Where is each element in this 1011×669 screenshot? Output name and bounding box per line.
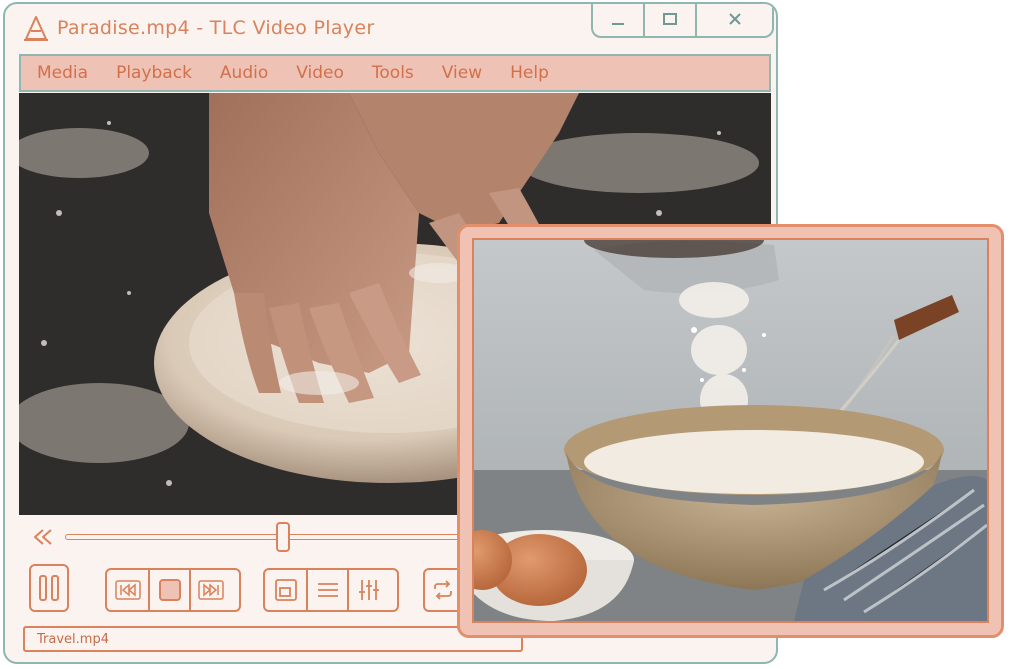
menu-view[interactable]: View	[442, 63, 482, 83]
menu-media[interactable]: Media	[37, 63, 88, 83]
previous-button[interactable]	[107, 570, 148, 610]
menu-tools[interactable]: Tools	[372, 63, 414, 83]
minimize-icon	[612, 23, 624, 25]
menu-playback[interactable]: Playback	[116, 63, 192, 83]
loop-icon	[434, 580, 452, 600]
next-button[interactable]	[189, 570, 230, 610]
pause-button[interactable]	[29, 564, 69, 612]
menu-video[interactable]: Video	[296, 63, 344, 83]
playlist-icon	[317, 583, 338, 597]
skip-forward-icon	[197, 580, 224, 600]
transport-group	[105, 568, 241, 612]
close-button[interactable]	[695, 4, 772, 36]
fullscreen-button[interactable]	[265, 570, 306, 610]
pause-icon	[39, 575, 59, 601]
equalizer-icon	[358, 580, 379, 600]
view-group	[263, 568, 399, 612]
menu-audio[interactable]: Audio	[220, 63, 268, 83]
pip-video-frame[interactable]	[472, 238, 989, 623]
menu-help[interactable]: Help	[510, 63, 549, 83]
stop-icon	[158, 579, 181, 601]
status-filename: Travel.mp4	[37, 632, 109, 647]
stop-button[interactable]	[148, 570, 189, 610]
seek-thumb[interactable]	[276, 522, 291, 552]
status-bar: Travel.mp4	[23, 626, 523, 652]
title-bar[interactable]: Paradise.mp4 - TLC Video Player	[5, 4, 776, 52]
close-icon	[728, 13, 741, 25]
skip-back-icon	[114, 580, 141, 600]
menu-bar: Media Playback Audio Video Tools View He…	[19, 54, 771, 92]
fullscreen-icon	[274, 579, 297, 601]
cone-icon	[24, 16, 48, 41]
minimize-button[interactable]	[593, 4, 643, 36]
flour-bowl-image	[474, 240, 987, 621]
window-controls	[591, 4, 774, 38]
equalizer-button[interactable]	[347, 570, 388, 610]
window-title: Paradise.mp4 - TLC Video Player	[57, 17, 375, 39]
maximize-icon	[663, 13, 677, 25]
playlist-button[interactable]	[306, 570, 347, 610]
picture-in-picture-window[interactable]	[457, 224, 1004, 638]
maximize-button[interactable]	[643, 4, 695, 36]
rewind-icon[interactable]	[31, 525, 55, 549]
seek-bar[interactable]	[65, 534, 485, 540]
